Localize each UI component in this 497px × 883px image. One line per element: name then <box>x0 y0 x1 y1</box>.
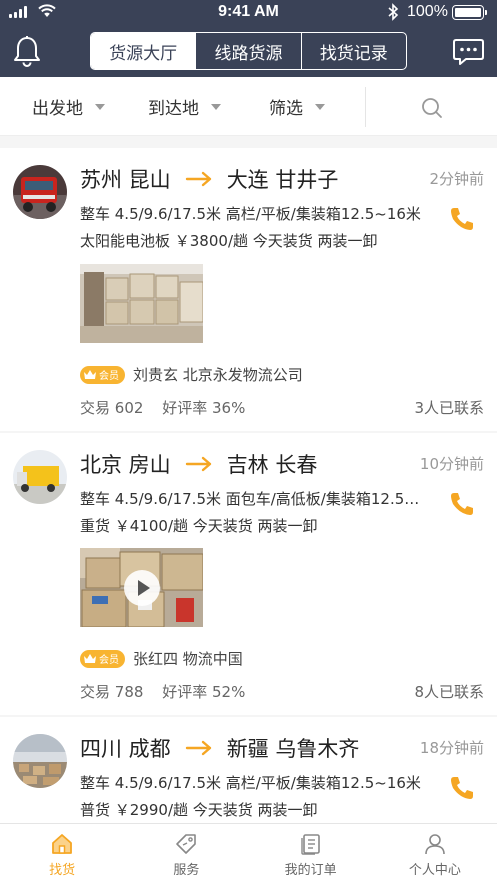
contact-name: 刘贵玄 北京永发物流公司 <box>133 366 303 384</box>
cargo-video-thumbnail[interactable] <box>80 548 203 627</box>
member-badge: 会员 <box>80 365 125 384</box>
posted-time: 2分钟前 <box>429 170 484 188</box>
phone-icon[interactable] <box>448 774 476 802</box>
origin-filter[interactable]: 出发地 <box>32 77 105 136</box>
tab-route-cargo[interactable]: 线路货源 <box>195 33 300 69</box>
member-badge: 会员 <box>80 649 125 668</box>
arrow-right-icon <box>185 740 211 756</box>
filter-bar: 出发地 到达地 筛选 <box>0 77 497 136</box>
nav-label: 我的订单 <box>284 863 337 878</box>
route-origin: 北京 房山 <box>80 453 171 477</box>
member-badge-label: 会员 <box>99 371 119 382</box>
play-icon[interactable] <box>124 570 160 606</box>
trades-label: 交易 <box>80 399 111 417</box>
phone-icon[interactable] <box>448 205 476 233</box>
rating-label: 好评率 <box>162 683 208 701</box>
posted-time: 10分钟前 <box>419 455 484 473</box>
cargo-listing-card[interactable]: 苏州 昆山 大连 甘井子 2分钟前 整车 4.5/9.6/17.5米 高栏/平板… <box>0 148 497 431</box>
tab-cargo-hall[interactable]: 货源大厅 <box>91 33 196 69</box>
trades-count: 788 <box>114 683 144 701</box>
nav-label: 找货 <box>49 863 76 878</box>
bottom-navigation: 找货 服务 我的订单 个人中心 <box>0 823 497 883</box>
tab-search-history[interactable]: 找货记录 <box>300 33 406 69</box>
app-screen: 9:41 AM 100% 货源大厅 线路货源 找货记录 出发地 到达地 筛选 苏… <box>0 0 497 883</box>
home-icon <box>52 834 73 854</box>
trades-label: 交易 <box>80 683 111 701</box>
trade-stats: 交易 788 好评率 52% <box>80 681 245 702</box>
vehicle-requirements: 整车 4.5/9.6/17.5米 面包车/高低板/集装箱12.5~16米 <box>80 490 428 508</box>
vehicle-requirements: 整车 4.5/9.6/17.5米 高栏/平板/集装箱12.5~16米 <box>80 774 421 792</box>
battery-percent: 100% <box>407 3 448 20</box>
rating-value: 36% <box>212 399 246 417</box>
warehouse-avatar-image <box>13 734 67 788</box>
chat-icon[interactable] <box>452 37 485 67</box>
nav-label: 服务 <box>173 863 200 878</box>
search-icon[interactable] <box>420 96 444 120</box>
cargo-details: 太阳能电池板 ￥3800/趟 今天装货 两装一卸 <box>80 232 378 250</box>
chevron-down-icon <box>211 103 221 110</box>
route-origin: 四川 成都 <box>80 737 171 761</box>
contacted-count: 3人已联系 <box>414 399 484 417</box>
avatar <box>13 734 67 788</box>
orders-icon <box>300 834 320 855</box>
rating-value: 52% <box>212 683 246 701</box>
top-header: 9:41 AM 100% 货源大厅 线路货源 找货记录 <box>0 0 497 77</box>
chevron-down-icon <box>315 103 325 110</box>
trades-count: 602 <box>114 399 144 417</box>
truck-avatar-image <box>13 450 67 504</box>
more-filter[interactable]: 筛选 <box>269 77 325 136</box>
route-origin: 苏州 昆山 <box>80 168 171 192</box>
avatar <box>13 450 67 504</box>
chevron-down-icon <box>95 103 105 110</box>
contact-row: 会员 刘贵玄 北京永发物流公司 <box>80 364 303 385</box>
user-icon <box>425 834 445 855</box>
destination-filter-label: 到达地 <box>148 99 199 119</box>
crown-icon <box>84 370 96 379</box>
nav-label: 个人中心 <box>408 863 461 878</box>
tag-icon <box>176 834 197 854</box>
contact-row: 会员 张红四 物流中国 <box>80 648 243 669</box>
origin-filter-label: 出发地 <box>32 99 83 119</box>
trade-stats: 交易 602 好评率 36% <box>80 397 245 418</box>
cargo-listing-card[interactable]: 北京 房山 吉林 长春 10分钟前 整车 4.5/9.6/17.5米 面包车/高… <box>0 433 497 715</box>
cargo-photo[interactable] <box>80 264 203 343</box>
destination-filter[interactable]: 到达地 <box>148 77 221 136</box>
posted-time: 18分钟前 <box>419 739 484 757</box>
member-badge-label: 会员 <box>99 655 119 666</box>
cargo-details: 重货 ￥4100/趟 今天装货 两装一卸 <box>80 517 318 535</box>
arrow-right-icon <box>185 456 211 472</box>
route: 北京 房山 吉林 长春 <box>80 449 317 479</box>
nav-item-services[interactable]: 服务 <box>124 824 248 883</box>
contact-name: 张红四 物流中国 <box>133 650 243 668</box>
bluetooth-icon <box>388 3 399 21</box>
crown-icon <box>84 654 96 663</box>
cargo-listing-card[interactable]: 四川 成都 新疆 乌鲁木齐 18分钟前 整车 4.5/9.6/17.5米 高栏/… <box>0 717 497 823</box>
vehicle-requirements: 整车 4.5/9.6/17.5米 高栏/平板/集装箱12.5~16米 <box>80 205 421 223</box>
boxes-photo-image <box>80 264 203 343</box>
nav-item-my-orders[interactable]: 我的订单 <box>249 824 373 883</box>
segmented-tabs: 货源大厅 线路货源 找货记录 <box>90 32 407 70</box>
arrow-right-icon <box>185 171 211 187</box>
avatar <box>13 165 67 219</box>
route: 苏州 昆山 大连 甘井子 <box>80 164 338 194</box>
cargo-details: 普货 ￥2990/趟 今天装货 两装一卸 <box>80 801 318 819</box>
phone-icon[interactable] <box>448 490 476 518</box>
route-destination: 大连 甘井子 <box>226 168 339 192</box>
truck-avatar-image <box>13 165 67 219</box>
battery-icon <box>452 5 487 20</box>
nav-item-find-cargo[interactable]: 找货 <box>0 824 124 883</box>
more-filter-label: 筛选 <box>269 99 303 119</box>
route: 四川 成都 新疆 乌鲁木齐 <box>80 733 359 763</box>
filter-divider <box>365 87 366 127</box>
contacted-count: 8人已联系 <box>414 683 484 701</box>
rating-label: 好评率 <box>162 399 208 417</box>
status-bar: 9:41 AM 100% <box>0 0 497 26</box>
bell-icon[interactable] <box>12 35 42 67</box>
route-destination: 新疆 乌鲁木齐 <box>226 737 360 761</box>
route-destination: 吉林 长春 <box>226 453 318 477</box>
nav-item-profile[interactable]: 个人中心 <box>373 824 497 883</box>
